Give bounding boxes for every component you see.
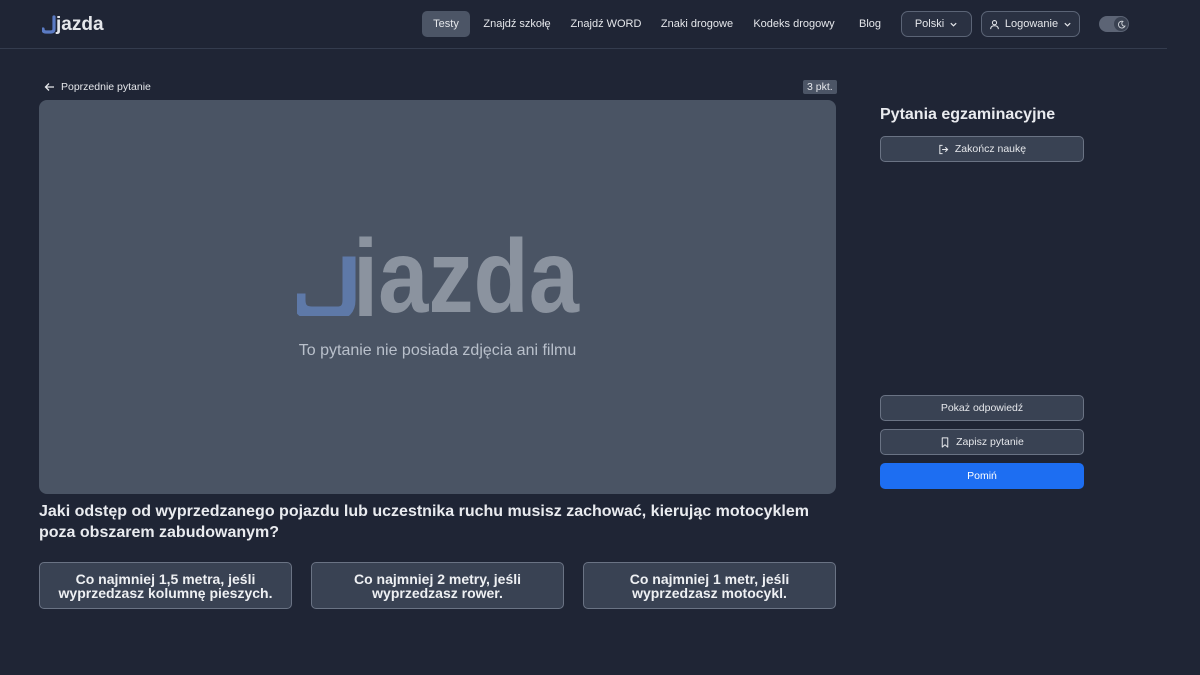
logout-icon (939, 144, 949, 154)
top-navbar: jazda Testy Znajdź szkołę Znajdź WORD Zn… (0, 0, 1167, 49)
nav-kodeks-drogowy[interactable]: Kodeks drogowy (750, 11, 838, 37)
nav-testy[interactable]: Testy (422, 11, 470, 37)
previous-question-label: Poprzednie pytanie (61, 81, 151, 93)
no-media-message: To pytanie nie posiada zdjęcia ani filmu (298, 342, 577, 359)
language-label: Polski (914, 18, 945, 30)
previous-question-link[interactable]: Poprzednie pytanie (44, 79, 151, 95)
save-question-label: Zapisz pytanie (956, 436, 1024, 448)
toggle-knob (1114, 17, 1128, 31)
chevron-down-icon (950, 22, 957, 27)
show-answer-label: Pokaż odpowiedź (940, 402, 1024, 414)
exam-panel-title: Pytania egzaminacyjne (880, 106, 1056, 123)
nav-znajdz-szkole[interactable]: Znajdź szkołę (480, 11, 554, 37)
language-dropdown[interactable]: Polski (901, 11, 972, 37)
theme-toggle[interactable] (1099, 16, 1129, 32)
login-dropdown[interactable]: Logowanie (981, 11, 1080, 37)
jazda-placeholder-logo: jazda (297, 236, 580, 316)
login-label: Logowanie (1004, 18, 1059, 30)
svg-text:jazda: jazda (351, 236, 580, 316)
bookmark-icon (941, 436, 949, 448)
answer-option-3[interactable]: Co najmniej 1 metr, jeśli wyprzedzasz mo… (583, 562, 836, 609)
save-question-button[interactable]: Zapisz pytanie (880, 429, 1084, 455)
show-answer-button[interactable]: Pokaż odpowiedź (880, 395, 1084, 421)
user-icon (990, 19, 999, 29)
skip-button[interactable]: Pomiń (880, 463, 1084, 489)
question-media-placeholder: jazda To pytanie nie posiada zdjęcia ani… (39, 100, 836, 494)
chevron-down-icon (1064, 22, 1071, 27)
finish-learning-button[interactable]: Zakończ naukę (880, 136, 1084, 162)
nav-znaki-drogowe[interactable]: Znaki drogowe (658, 11, 736, 37)
nav-blog[interactable]: Blog (852, 11, 888, 37)
points-badge: 3 pkt. (803, 80, 837, 94)
question-text: Jaki odstęp od wyprzedzanego pojazdu lub… (39, 503, 809, 541)
finish-learning-label: Zakończ naukę (954, 143, 1027, 155)
jazda-logo[interactable]: jazda (42, 12, 104, 34)
answer-option-1[interactable]: Co najmniej 1,5 metra, jeśli wyprzedzasz… (39, 562, 292, 609)
skip-label: Pomiń (967, 470, 997, 482)
moon-icon (1117, 20, 1126, 28)
nav-znajdz-word[interactable]: Znajdź WORD (568, 11, 644, 37)
svg-text:jazda: jazda (55, 14, 104, 34)
answer-option-2[interactable]: Co najmniej 2 metry, jeśli wyprzedzasz r… (311, 562, 564, 609)
arrow-left-icon (44, 83, 54, 91)
